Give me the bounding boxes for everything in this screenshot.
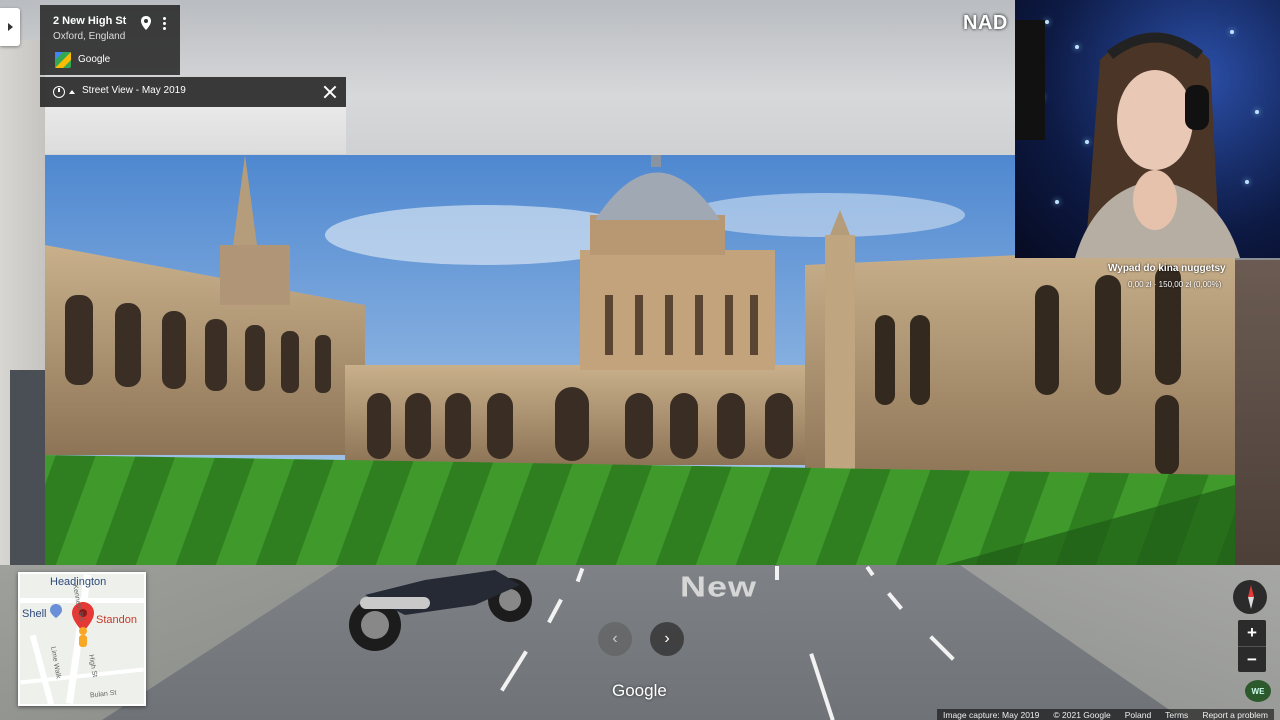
location-pin-icon[interactable] — [141, 16, 151, 30]
previous-arrow-button[interactable]: ‹ — [598, 622, 632, 656]
street-view-date-label: Street View - May 2019 — [82, 85, 186, 96]
chevron-right-icon — [7, 23, 13, 31]
zoom-control: + − — [1238, 620, 1266, 672]
street-view-thumbnail[interactable] — [45, 107, 346, 154]
gas-station-icon — [50, 604, 62, 618]
address-city: Oxford, England — [53, 31, 126, 42]
mini-map[interactable]: Headington Shell Standon Kenneth Rd Lime… — [18, 572, 146, 706]
compass-button[interactable] — [1233, 580, 1267, 614]
address-card: 2 New High St Oxford, England Google — [40, 5, 180, 75]
next-arrow-button[interactable]: › — [650, 622, 684, 656]
right-building — [1234, 260, 1280, 570]
copyright-text: © 2021 Google — [1053, 709, 1111, 720]
map-label-street: Bulan St — [89, 689, 117, 700]
caret-up-icon[interactable] — [69, 90, 75, 94]
road-marking-text: New — [680, 570, 758, 603]
channel-badge: WE — [1245, 680, 1271, 702]
chevron-left-icon: ‹ — [612, 630, 618, 647]
map-label-street: Lime Walk — [49, 646, 62, 680]
map-label-shell: Shell — [22, 608, 47, 620]
donation-goal-amount: 0,00 zł · 150,00 zł (0,00%) — [1128, 280, 1222, 289]
more-options-icon[interactable] — [161, 16, 167, 32]
provider-label: Google — [78, 54, 111, 65]
close-icon[interactable] — [322, 84, 338, 100]
map-footer: Image capture: May 2019 © 2021 Google Po… — [937, 709, 1274, 720]
zoom-out-button[interactable]: − — [1238, 646, 1266, 673]
zoom-in-button[interactable]: + — [1238, 620, 1266, 646]
image-capture-date: Image capture: May 2019 — [943, 709, 1040, 720]
overlay-title: NAD — [963, 12, 1008, 34]
country-link[interactable]: Poland — [1125, 710, 1151, 720]
time-travel-clock-icon[interactable] — [53, 86, 65, 98]
expand-panel-button[interactable] — [0, 8, 20, 46]
lane-marking — [775, 566, 779, 580]
donation-goal-title: Wypad do kina nuggetsy — [1108, 263, 1226, 274]
address-title: 2 New High St — [53, 15, 127, 27]
terms-link[interactable]: Terms — [1165, 710, 1188, 720]
map-label-standon: Standon — [96, 614, 137, 626]
street-view-date-bar: Street View - May 2019 — [40, 77, 346, 107]
report-problem-link[interactable]: Report a problem — [1202, 710, 1268, 720]
google-wordmark: Google — [612, 681, 667, 700]
motorcycle — [349, 570, 532, 651]
pegman-icon[interactable] — [76, 626, 90, 652]
streamer-webcam — [1015, 0, 1280, 258]
google-maps-icon — [55, 52, 71, 68]
chevron-right-icon: › — [664, 630, 670, 647]
